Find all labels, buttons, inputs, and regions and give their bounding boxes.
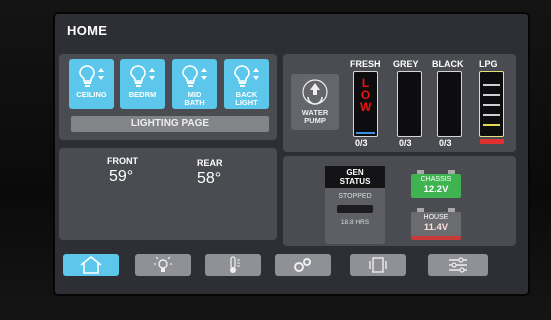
generator-hours: 18.8 HRS — [340, 219, 370, 226]
bulb-icon — [233, 65, 259, 87]
light-ceiling-button[interactable]: CEILING — [69, 59, 114, 109]
lpg-low-marker — [480, 139, 504, 144]
slideout-icon — [369, 257, 387, 273]
light-bedrm-button[interactable]: BEDRM — [120, 59, 165, 109]
bulb-icon — [181, 65, 207, 87]
tank-low-indicator: L O W — [360, 76, 372, 114]
tank-label-lpg: LPG — [479, 59, 498, 69]
tank-gauge-black — [437, 71, 462, 137]
chassis-battery: CHASSIS 12.2V — [411, 170, 461, 198]
tanks-panel: WATER PUMP FRESH L O W 0/3 GREY 0/3 BLAC… — [283, 54, 516, 152]
tank-label-fresh: FRESH — [350, 59, 381, 69]
lighting-panel: CEILING BEDRM MID BATH BACK LIGHT LIGHTI… — [59, 54, 277, 140]
tank-gauge-lpg — [479, 71, 504, 137]
nav-home-button[interactable] — [63, 254, 119, 276]
lighting-page-button[interactable]: LIGHTING PAGE — [71, 116, 269, 132]
battery-terminals — [417, 208, 455, 212]
house-battery-voltage: 11.4V — [423, 222, 449, 233]
water-pump-label: WATER PUMP — [301, 108, 329, 125]
front-temp-label: FRONT — [107, 156, 138, 166]
light-midbath-button[interactable]: MID BATH — [172, 59, 217, 109]
touch-screen: HOME CEILING BEDRM MID BATH BACK LIGHT L… — [55, 14, 528, 294]
gears-icon — [294, 258, 311, 272]
light-midbath-label: MID BATH — [184, 90, 205, 107]
nav-systems-button[interactable] — [275, 254, 331, 276]
bulb-icon — [78, 65, 104, 87]
light-backlight-label: BACK LIGHT — [235, 90, 258, 107]
tank-fill-fresh — [356, 132, 375, 134]
house-battery-label: HOUSE — [423, 214, 449, 221]
front-temp-value: 59° — [109, 168, 134, 185]
light-bedrm-label: BEDRM — [128, 90, 157, 99]
chassis-battery-label: CHASSIS — [420, 176, 452, 183]
tank-gauge-fresh: L O W — [353, 71, 378, 137]
temperature-panel: FRONT 59° REAR 58° — [59, 148, 277, 240]
lightbulb-icon — [154, 256, 172, 272]
nav-lighting-button[interactable] — [135, 254, 191, 276]
light-backlight-button[interactable]: BACK LIGHT — [224, 59, 269, 109]
power-panel: GEN STATUS STOPPED 18.8 HRS CHASSIS 12.2… — [283, 156, 516, 246]
light-ceiling-label: CEILING — [76, 90, 107, 99]
bulb-icon — [129, 65, 155, 87]
generator-status-box[interactable]: GEN STATUS STOPPED 18.8 HRS — [325, 166, 385, 244]
tank-label-black: BLACK — [432, 59, 464, 69]
rear-temp-label: REAR — [197, 158, 223, 168]
nav-settings-button[interactable] — [428, 254, 488, 276]
generator-status-title: GEN STATUS — [325, 166, 385, 188]
tank-value-grey: 0/3 — [399, 138, 412, 148]
rear-temp-value: 58° — [197, 170, 222, 187]
sliders-icon — [449, 257, 467, 273]
battery-terminals — [417, 170, 455, 174]
nav-climate-button[interactable] — [205, 254, 261, 276]
generator-state: STOPPED — [338, 193, 372, 200]
nav-slideout-button[interactable] — [350, 254, 406, 276]
home-icon — [80, 256, 102, 274]
tank-label-grey: GREY — [393, 59, 419, 69]
house-battery: HOUSE 11.4V — [411, 208, 461, 240]
water-pump-button[interactable]: WATER PUMP — [291, 74, 339, 130]
recycle-icon — [302, 79, 328, 105]
page-title: HOME — [67, 23, 108, 38]
tank-value-fresh: 0/3 — [355, 138, 368, 148]
tank-gauge-grey — [397, 71, 422, 137]
generator-start-slot — [337, 205, 373, 213]
thermometer-icon — [230, 256, 240, 273]
tank-value-black: 0/3 — [439, 138, 452, 148]
chassis-battery-voltage: 12.2V — [423, 184, 449, 195]
